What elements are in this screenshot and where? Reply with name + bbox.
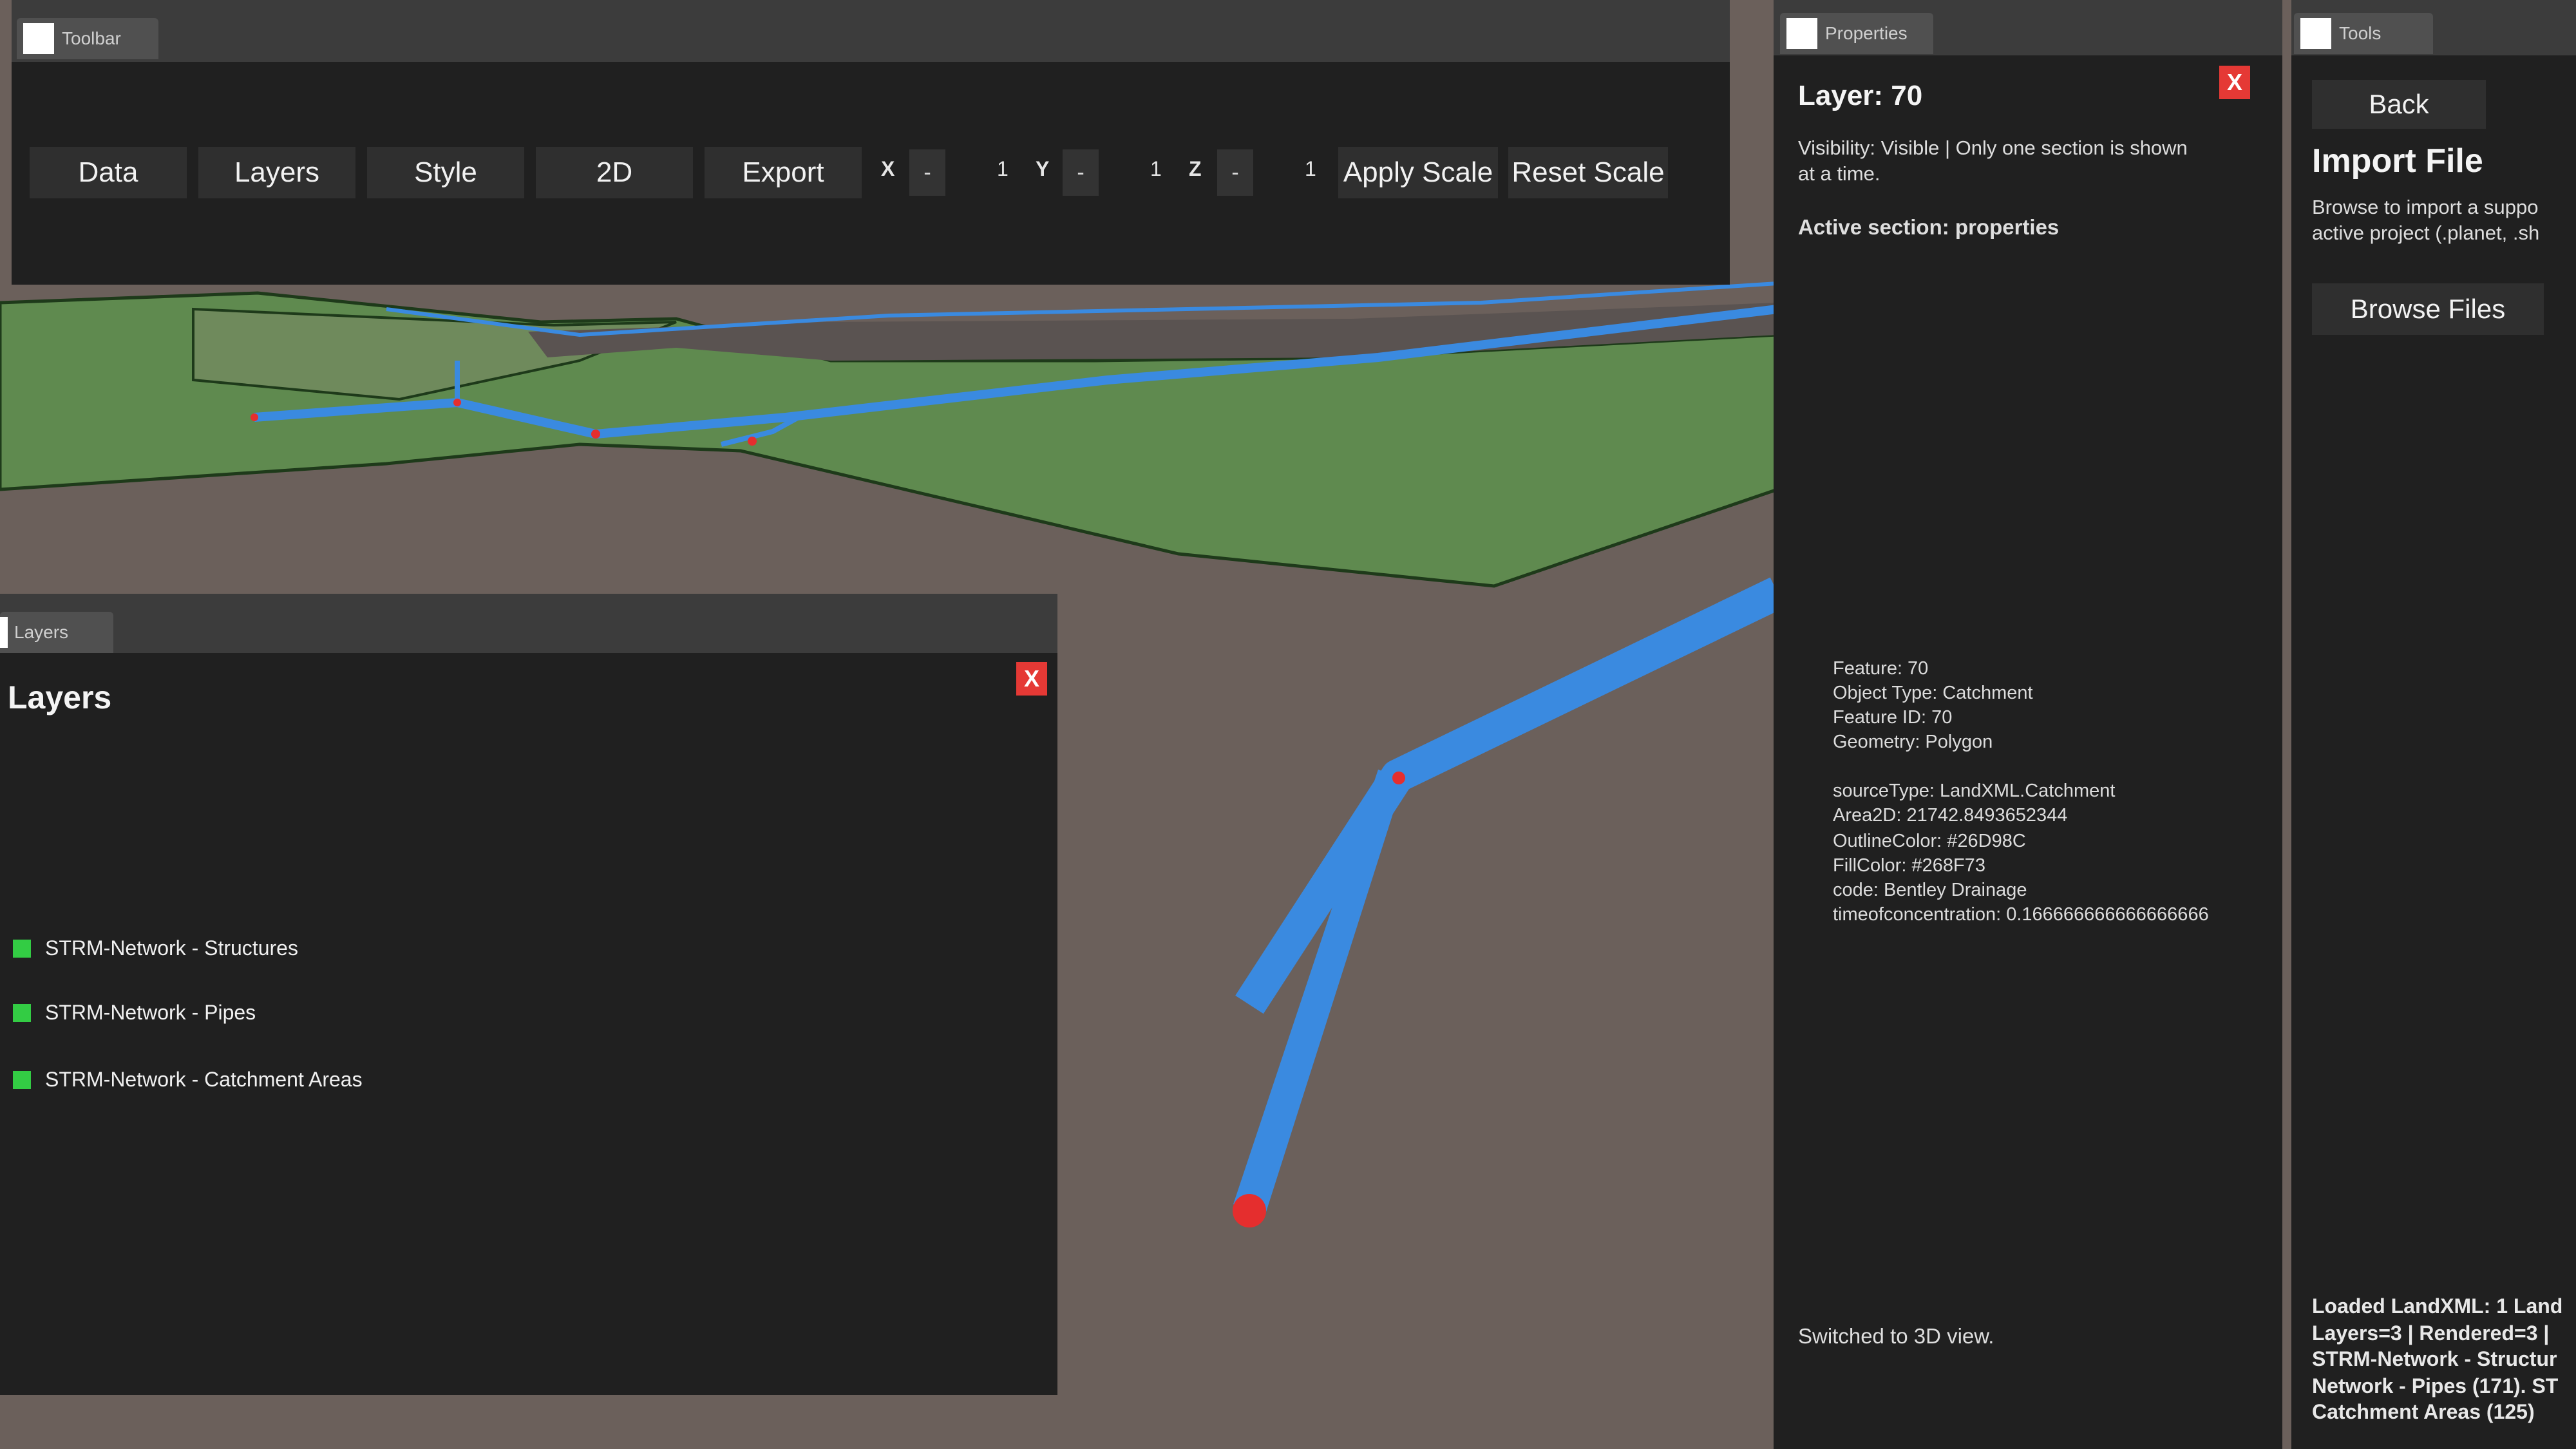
toolbar-tab[interactable]: Toolbar	[17, 18, 158, 59]
attribute-line: OutlineColor: #26D98C	[1833, 831, 2026, 851]
attribute-line: code: Bentley Drainage	[1833, 880, 2027, 900]
layer-label: STRM-Network - Structures	[45, 936, 298, 960]
layer-visibility-checkbox[interactable]	[13, 1003, 31, 1022]
layers-tab-bar: Layers	[0, 594, 1057, 653]
log-line: Layers=3 | Rendered=3 |	[2312, 1321, 2550, 1345]
window-icon	[1786, 18, 1817, 49]
tools-tab-label: Tools	[2339, 23, 2382, 43]
toolbar-window: Toolbar Data Layers Style 2D Export X - …	[12, 0, 1730, 285]
properties-tab-bar: Properties	[1774, 0, 2282, 55]
reset-scale-button[interactable]: Reset Scale	[1508, 147, 1668, 198]
feature-info-line: Geometry: Polygon	[1833, 732, 1993, 752]
structure-node[interactable]	[748, 437, 757, 446]
log-line: Network - Pipes (171). ST	[2312, 1374, 2559, 1397]
structure-node[interactable]	[453, 399, 461, 406]
visibility-text-continued: at a time.	[1798, 162, 1880, 185]
back-button[interactable]: Back	[2312, 80, 2486, 129]
attribute-line: Area2D: 21742.8493652344	[1833, 805, 2068, 826]
attribute-line: sourceType: LandXML.Catchment	[1833, 781, 2116, 801]
window-icon	[23, 23, 54, 54]
scale-x-label: X	[881, 157, 895, 180]
toolbar-tab-bar: Toolbar	[12, 0, 1730, 62]
structure-node[interactable]	[251, 413, 258, 421]
scale-z-value[interactable]: 1	[1305, 157, 1316, 181]
properties-window: Properties Layer: 70 X Visibility: Visib…	[1774, 0, 2282, 1449]
browse-files-button[interactable]: Browse Files	[2312, 283, 2544, 335]
scale-y-decrement-button[interactable]: -	[1063, 149, 1099, 196]
layer-item-structures[interactable]: STRM-Network - Structures	[13, 936, 298, 960]
tools-tab-bar: Tools	[2291, 0, 2576, 55]
feature-info-line: Object Type: Catchment	[1833, 683, 2033, 703]
scale-y-label: Y	[1036, 157, 1050, 180]
structure-node[interactable]	[1233, 1194, 1266, 1227]
window-icon	[0, 617, 8, 648]
layer-item-pipes[interactable]: STRM-Network - Pipes	[13, 1001, 256, 1025]
toolbar-tab-label: Toolbar	[62, 28, 121, 48]
layer-item-catchment-areas[interactable]: STRM-Network - Catchment Areas	[13, 1068, 363, 1092]
tools-window: Tools Back Import File Browse to import …	[2291, 0, 2576, 1449]
layers-tab-label: Layers	[14, 622, 69, 642]
layer-label: STRM-Network - Pipes	[45, 1001, 256, 1024]
layers-heading: Layers	[8, 679, 112, 715]
apply-scale-button[interactable]: Apply Scale	[1338, 147, 1498, 198]
attribute-line: FillColor: #268F73	[1833, 855, 1985, 876]
layer-title: Layer: 70	[1798, 80, 1923, 111]
style-button[interactable]: Style	[367, 147, 524, 198]
attribute-line: timeofconcentration: 0.16666666666666666…	[1833, 904, 2209, 925]
import-description-continued: active project (.planet, .sh	[2312, 222, 2540, 244]
log-line: STRM-Network - Structur	[2312, 1347, 2557, 1370]
status-message: Switched to 3D view.	[1798, 1324, 1994, 1348]
active-section-text: Active section: properties	[1798, 215, 2060, 239]
window-icon	[2300, 18, 2331, 49]
close-icon: X	[2226, 69, 2242, 95]
layer-visibility-checkbox[interactable]	[13, 1070, 31, 1089]
feature-info-line: Feature: 70	[1833, 658, 1929, 679]
layer-label: STRM-Network - Catchment Areas	[45, 1068, 363, 1091]
structure-node[interactable]	[591, 430, 600, 439]
layers-tab[interactable]: Layers	[0, 612, 113, 653]
export-button[interactable]: Export	[705, 147, 862, 198]
scale-x-decrement-button[interactable]: -	[909, 149, 945, 196]
import-file-heading: Import File	[2312, 142, 2483, 180]
properties-tab-label: Properties	[1825, 23, 1908, 43]
layers-window: Layers Layers X STRM-Network - Structure…	[0, 594, 1057, 1395]
visibility-text: Visibility: Visible | Only one section i…	[1798, 137, 2188, 159]
data-button[interactable]: Data	[30, 147, 187, 198]
feature-info-line: Feature ID: 70	[1833, 707, 1953, 728]
2d-view-button[interactable]: 2D	[536, 147, 693, 198]
layer-visibility-checkbox[interactable]	[13, 939, 31, 958]
log-line: Loaded LandXML: 1 Land	[2312, 1294, 2563, 1318]
log-line: Catchment Areas (125)	[2312, 1400, 2535, 1423]
scale-x-value[interactable]: 1	[997, 157, 1009, 181]
scale-z-label: Z	[1189, 157, 1202, 180]
import-description: Browse to import a suppo	[2312, 196, 2539, 218]
layers-button[interactable]: Layers	[198, 147, 355, 198]
close-button[interactable]: X	[1016, 662, 1047, 696]
tools-tab[interactable]: Tools	[2294, 13, 2433, 54]
properties-tab[interactable]: Properties	[1780, 13, 1933, 54]
structure-node[interactable]	[1392, 772, 1405, 784]
scale-y-value[interactable]: 1	[1150, 157, 1162, 181]
close-button[interactable]: X	[2219, 66, 2250, 99]
scale-z-decrement-button[interactable]: -	[1217, 149, 1253, 196]
close-icon: X	[1023, 665, 1039, 692]
